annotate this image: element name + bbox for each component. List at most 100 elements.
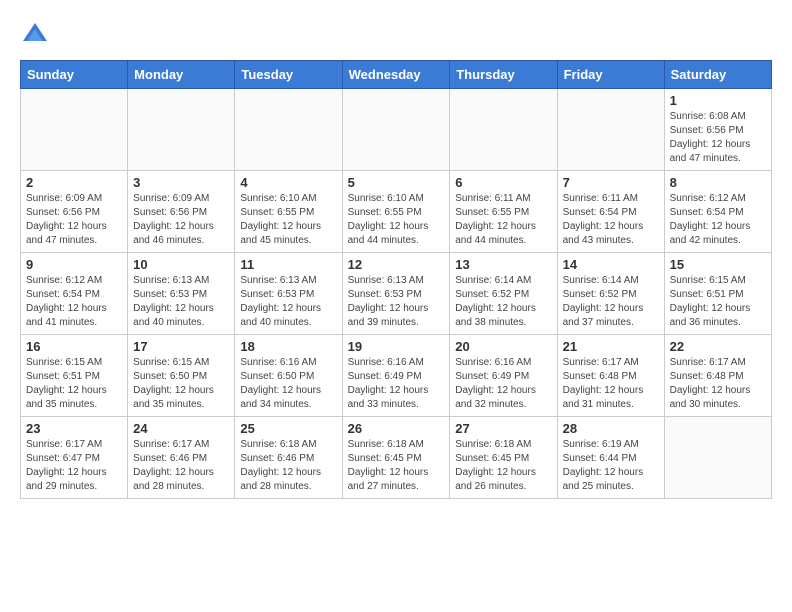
day-info: Sunrise: 6:17 AMSunset: 6:48 PMDaylight:…	[670, 356, 766, 412]
calendar-cell: 7 Sunrise: 6:11 AMSunset: 6:54 PMDaylight…	[557, 171, 664, 253]
calendar-cell: 11Sunrise: 6:13 AMSunset: 6:53 PMDayligh…	[235, 253, 342, 335]
calendar-cell: 1Sunrise: 6:08 AMSunset: 6:56 PMDaylight…	[664, 89, 771, 171]
day-number: 22	[670, 339, 766, 354]
day-number: 21	[563, 339, 659, 354]
day-number: 19	[348, 339, 445, 354]
day-number: 26	[348, 421, 445, 436]
calendar-cell: 21 Sunrise: 6:17 AMSunset: 6:48 PMDayligh…	[557, 335, 664, 417]
calendar-cell: 20 Sunrise: 6:16 AMSunset: 6:49 PMDayligh…	[450, 335, 557, 417]
calendar-cell	[235, 89, 342, 171]
calendar-cell: 16 Sunrise: 6:15 AMSunset: 6:51 PMDayligh…	[21, 335, 128, 417]
day-info: Sunrise: 6:16 AMSunset: 6:50 PMDaylight:…	[240, 356, 336, 412]
day-info: Sunrise: 6:11 AMSunset: 6:54 PMDaylight:…	[563, 192, 659, 248]
day-info: Sunrise: 6:18 AMSunset: 6:46 PMDaylight:…	[240, 438, 336, 494]
day-info: Sunrise: 6:10 AMSunset: 6:55 PMDaylight:…	[348, 192, 445, 248]
day-number: 10	[133, 257, 229, 272]
header-monday: Monday	[128, 61, 235, 89]
calendar-table: SundayMondayTuesdayWednesdayThursdayFrid…	[20, 60, 772, 499]
day-number: 13	[455, 257, 551, 272]
day-info: Sunrise: 6:17 AMSunset: 6:48 PMDaylight:…	[563, 356, 659, 412]
calendar-cell: 28 Sunrise: 6:19 AMSunset: 6:44 PMDayligh…	[557, 417, 664, 499]
header-saturday: Saturday	[664, 61, 771, 89]
calendar-cell: 6 Sunrise: 6:11 AMSunset: 6:55 PMDaylight…	[450, 171, 557, 253]
calendar-cell	[450, 89, 557, 171]
day-number: 7	[563, 175, 659, 190]
calendar-week-1: 1Sunrise: 6:08 AMSunset: 6:56 PMDaylight…	[21, 89, 772, 171]
calendar-cell: 17 Sunrise: 6:15 AMSunset: 6:50 PMDayligh…	[128, 335, 235, 417]
calendar-cell: 27 Sunrise: 6:18 AMSunset: 6:45 PMDayligh…	[450, 417, 557, 499]
day-number: 2	[26, 175, 122, 190]
day-number: 12	[348, 257, 445, 272]
day-number: 17	[133, 339, 229, 354]
calendar-cell: 8Sunrise: 6:12 AMSunset: 6:54 PMDaylight…	[664, 171, 771, 253]
day-number: 24	[133, 421, 229, 436]
day-info: Sunrise: 6:16 AMSunset: 6:49 PMDaylight:…	[348, 356, 445, 412]
calendar-cell: 4Sunrise: 6:10 AMSunset: 6:55 PMDaylight…	[235, 171, 342, 253]
day-number: 20	[455, 339, 551, 354]
calendar-cell	[21, 89, 128, 171]
day-info: Sunrise: 6:09 AMSunset: 6:56 PMDaylight:…	[133, 192, 229, 248]
calendar-cell	[664, 417, 771, 499]
calendar-cell: 22 Sunrise: 6:17 AMSunset: 6:48 PMDayligh…	[664, 335, 771, 417]
day-info: Sunrise: 6:15 AMSunset: 6:50 PMDaylight:…	[133, 356, 229, 412]
calendar-week-3: 9Sunrise: 6:12 AMSunset: 6:54 PMDaylight…	[21, 253, 772, 335]
day-number: 5	[348, 175, 445, 190]
day-number: 11	[240, 257, 336, 272]
calendar-cell: 10Sunrise: 6:13 AMSunset: 6:53 PMDayligh…	[128, 253, 235, 335]
day-info: Sunrise: 6:09 AMSunset: 6:56 PMDaylight:…	[26, 192, 122, 248]
day-info: Sunrise: 6:18 AMSunset: 6:45 PMDaylight:…	[455, 438, 551, 494]
calendar-cell: 19 Sunrise: 6:16 AMSunset: 6:49 PMDayligh…	[342, 335, 450, 417]
day-number: 3	[133, 175, 229, 190]
day-info: Sunrise: 6:17 AMSunset: 6:46 PMDaylight:…	[133, 438, 229, 494]
day-info: Sunrise: 6:19 AMSunset: 6:44 PMDaylight:…	[563, 438, 659, 494]
header-sunday: Sunday	[21, 61, 128, 89]
day-info: Sunrise: 6:17 AMSunset: 6:47 PMDaylight:…	[26, 438, 122, 494]
calendar-cell: 25 Sunrise: 6:18 AMSunset: 6:46 PMDayligh…	[235, 417, 342, 499]
calendar-cell: 2 Sunrise: 6:09 AMSunset: 6:56 PMDaylight…	[21, 171, 128, 253]
day-number: 14	[563, 257, 659, 272]
day-number: 27	[455, 421, 551, 436]
calendar-header-row: SundayMondayTuesdayWednesdayThursdayFrid…	[21, 61, 772, 89]
day-number: 1	[670, 93, 766, 108]
day-number: 25	[240, 421, 336, 436]
header-tuesday: Tuesday	[235, 61, 342, 89]
day-info: Sunrise: 6:15 AMSunset: 6:51 PMDaylight:…	[26, 356, 122, 412]
calendar-cell	[557, 89, 664, 171]
calendar-week-4: 16 Sunrise: 6:15 AMSunset: 6:51 PMDayligh…	[21, 335, 772, 417]
calendar-cell: 24 Sunrise: 6:17 AMSunset: 6:46 PMDayligh…	[128, 417, 235, 499]
day-number: 15	[670, 257, 766, 272]
day-info: Sunrise: 6:13 AMSunset: 6:53 PMDaylight:…	[348, 274, 445, 330]
calendar-cell: 26 Sunrise: 6:18 AMSunset: 6:45 PMDayligh…	[342, 417, 450, 499]
day-info: Sunrise: 6:11 AMSunset: 6:55 PMDaylight:…	[455, 192, 551, 248]
day-number: 8	[670, 175, 766, 190]
calendar-cell: 14 Sunrise: 6:14 AMSunset: 6:52 PMDayligh…	[557, 253, 664, 335]
day-info: Sunrise: 6:10 AMSunset: 6:55 PMDaylight:…	[240, 192, 336, 248]
calendar-cell: 9Sunrise: 6:12 AMSunset: 6:54 PMDaylight…	[21, 253, 128, 335]
calendar-cell: 15 Sunrise: 6:15 AMSunset: 6:51 PMDayligh…	[664, 253, 771, 335]
day-info: Sunrise: 6:18 AMSunset: 6:45 PMDaylight:…	[348, 438, 445, 494]
day-info: Sunrise: 6:15 AMSunset: 6:51 PMDaylight:…	[670, 274, 766, 330]
day-number: 16	[26, 339, 122, 354]
calendar-cell: 3 Sunrise: 6:09 AMSunset: 6:56 PMDaylight…	[128, 171, 235, 253]
day-number: 28	[563, 421, 659, 436]
calendar-cell: 5 Sunrise: 6:10 AMSunset: 6:55 PMDaylight…	[342, 171, 450, 253]
day-number: 6	[455, 175, 551, 190]
calendar-week-5: 23 Sunrise: 6:17 AMSunset: 6:47 PMDayligh…	[21, 417, 772, 499]
logo	[20, 20, 54, 50]
calendar-cell: 18 Sunrise: 6:16 AMSunset: 6:50 PMDayligh…	[235, 335, 342, 417]
calendar-cell: 13 Sunrise: 6:14 AMSunset: 6:52 PMDayligh…	[450, 253, 557, 335]
page-header	[20, 20, 772, 50]
calendar-cell: 23 Sunrise: 6:17 AMSunset: 6:47 PMDayligh…	[21, 417, 128, 499]
header-thursday: Thursday	[450, 61, 557, 89]
calendar-cell	[342, 89, 450, 171]
calendar-cell: 12 Sunrise: 6:13 AMSunset: 6:53 PMDayligh…	[342, 253, 450, 335]
day-info: Sunrise: 6:14 AMSunset: 6:52 PMDaylight:…	[563, 274, 659, 330]
calendar-cell	[128, 89, 235, 171]
day-number: 23	[26, 421, 122, 436]
day-number: 18	[240, 339, 336, 354]
day-info: Sunrise: 6:16 AMSunset: 6:49 PMDaylight:…	[455, 356, 551, 412]
calendar-week-2: 2 Sunrise: 6:09 AMSunset: 6:56 PMDaylight…	[21, 171, 772, 253]
header-wednesday: Wednesday	[342, 61, 450, 89]
day-info: Sunrise: 6:14 AMSunset: 6:52 PMDaylight:…	[455, 274, 551, 330]
day-info: Sunrise: 6:12 AMSunset: 6:54 PMDaylight:…	[26, 274, 122, 330]
